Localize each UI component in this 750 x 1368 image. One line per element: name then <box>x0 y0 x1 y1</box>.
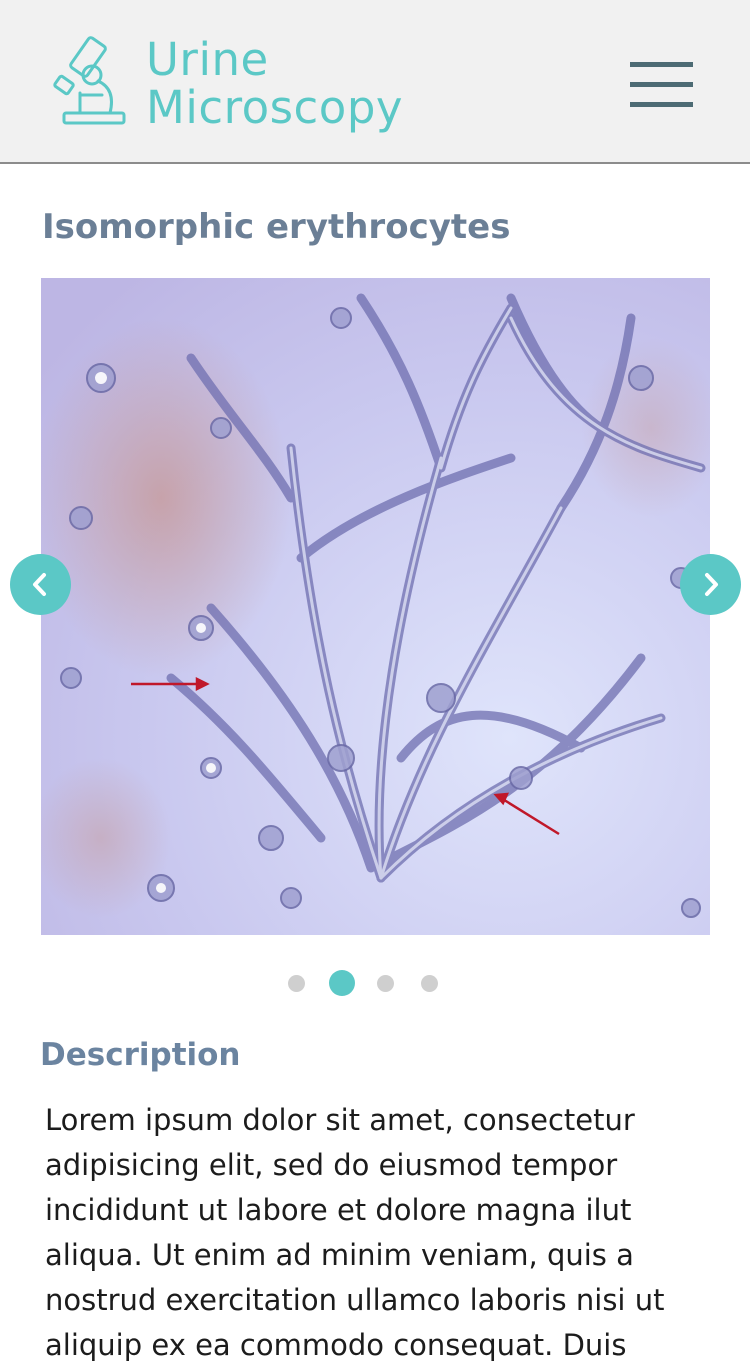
description-text: Lorem ipsum dolor sit amet, consectetur … <box>45 1103 665 1362</box>
carousel-dot-1[interactable] <box>288 975 305 992</box>
chevron-right-icon <box>705 573 718 596</box>
carousel-dot-2-active[interactable] <box>329 970 355 996</box>
prev-slide-button[interactable] <box>10 554 71 615</box>
carousel-dot-4[interactable] <box>421 975 438 992</box>
hamburger-menu-icon[interactable] <box>624 56 698 114</box>
microscopy-image <box>41 278 710 935</box>
carousel-dot-3[interactable] <box>377 975 394 992</box>
app-title-line2: Microscopy <box>146 81 404 134</box>
page-title: Isomorphic erythrocytes <box>42 207 511 247</box>
microscope-icon <box>53 36 126 125</box>
chevron-left-icon <box>33 573 46 596</box>
menu-bar <box>630 82 693 87</box>
description-heading: Description <box>40 1037 241 1073</box>
app-title-line1: Urine <box>146 33 269 86</box>
menu-bar <box>630 102 693 107</box>
app-header: Urine Microscopy <box>0 0 750 164</box>
menu-bar <box>630 62 693 67</box>
carousel-pagination <box>0 968 750 998</box>
app-title: Urine Microscopy <box>146 36 403 132</box>
next-slide-button[interactable] <box>680 554 741 615</box>
